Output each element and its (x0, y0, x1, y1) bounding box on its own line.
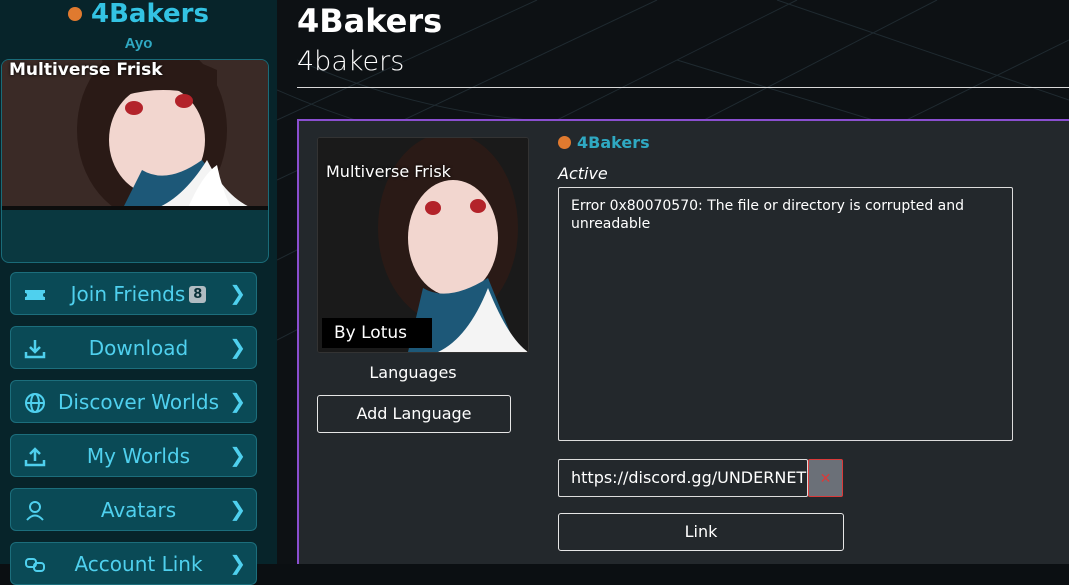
thumbnail-credit: By Lotus (322, 318, 432, 348)
avatar-image (2, 60, 268, 210)
bio-link-row: https://discord.gg/UNDERNET ✕ (558, 459, 844, 497)
avatar-icon (26, 501, 44, 521)
close-icon: ✕ (819, 470, 832, 486)
user-status: Ayo (124, 35, 153, 52)
chevron-right-icon: ❯ (229, 443, 246, 467)
friends-count-badge: 8 (189, 286, 207, 303)
profile-name-row: 4Bakers (558, 133, 650, 152)
chevron-right-icon: ❯ (229, 389, 246, 413)
chevron-right-icon: ❯ (229, 281, 246, 305)
nav-my-worlds-button[interactable]: My Worlds ❯ (10, 434, 257, 477)
languages-label: Languages (369, 363, 457, 382)
main-content: 4Bakers 4bakers Multiverse Frisk By Lotu… (277, 0, 1069, 564)
nav-download-label: Download (88, 336, 189, 360)
chevron-right-icon: ❯ (229, 497, 246, 521)
avatar-name-label: Multiverse Frisk (9, 60, 163, 80)
user-title-row: 4Bakers (0, 0, 277, 29)
status-dot-icon (68, 7, 82, 21)
download-icon (24, 340, 46, 359)
avatar-thumbnail[interactable]: Multiverse Frisk By Lotus (317, 137, 529, 353)
link-icon (25, 558, 45, 572)
upload-icon (24, 447, 46, 467)
remove-link-button[interactable]: ✕ (808, 459, 843, 497)
current-avatar-card[interactable]: Multiverse Frisk (1, 59, 269, 263)
page-title: 4Bakers (297, 2, 443, 40)
bio-textarea[interactable]: Error 0x80070570: The file or directory … (558, 187, 1013, 441)
profile-display-name: 4Bakers (577, 133, 650, 152)
status-dot-icon (558, 136, 571, 149)
page-subtitle: 4bakers (297, 46, 405, 77)
bio-link-input[interactable]: https://discord.gg/UNDERNET (558, 459, 808, 497)
profile-status: Active (558, 164, 608, 183)
add-link-button[interactable]: Link (558, 513, 844, 551)
globe-icon (25, 393, 45, 413)
nav-account-link-label: Account Link (74, 552, 203, 576)
user-name[interactable]: 4Bakers (91, 0, 209, 29)
title-divider (297, 87, 1069, 88)
sidebar: 4Bakers Ayo Multiverse Frisk Join Friend… (0, 0, 277, 585)
add-language-button[interactable]: Add Language (317, 395, 511, 433)
nav-my-worlds-label: My Worlds (86, 444, 191, 468)
nav-join-friends-label: Join Friends 8 (51, 282, 226, 306)
thumbnail-title: Multiverse Frisk (326, 162, 451, 181)
nav-join-friends-button[interactable]: Join Friends 8 ❯ (10, 272, 257, 315)
profile-panel: Multiverse Frisk By Lotus Languages Add … (297, 119, 1069, 564)
nav-download-button[interactable]: Download ❯ (10, 326, 257, 369)
nav-discover-worlds-button[interactable]: Discover Worlds ❯ (10, 380, 257, 423)
nav-avatars-button[interactable]: Avatars ❯ (10, 488, 257, 531)
nav-avatars-label: Avatars (100, 498, 177, 522)
nav-discover-worlds-label: Discover Worlds (57, 390, 220, 414)
chevron-right-icon: ❯ (229, 551, 246, 575)
ticket-icon (25, 290, 45, 300)
chevron-right-icon: ❯ (229, 335, 246, 359)
user-header: 4Bakers Ayo (0, 0, 277, 58)
